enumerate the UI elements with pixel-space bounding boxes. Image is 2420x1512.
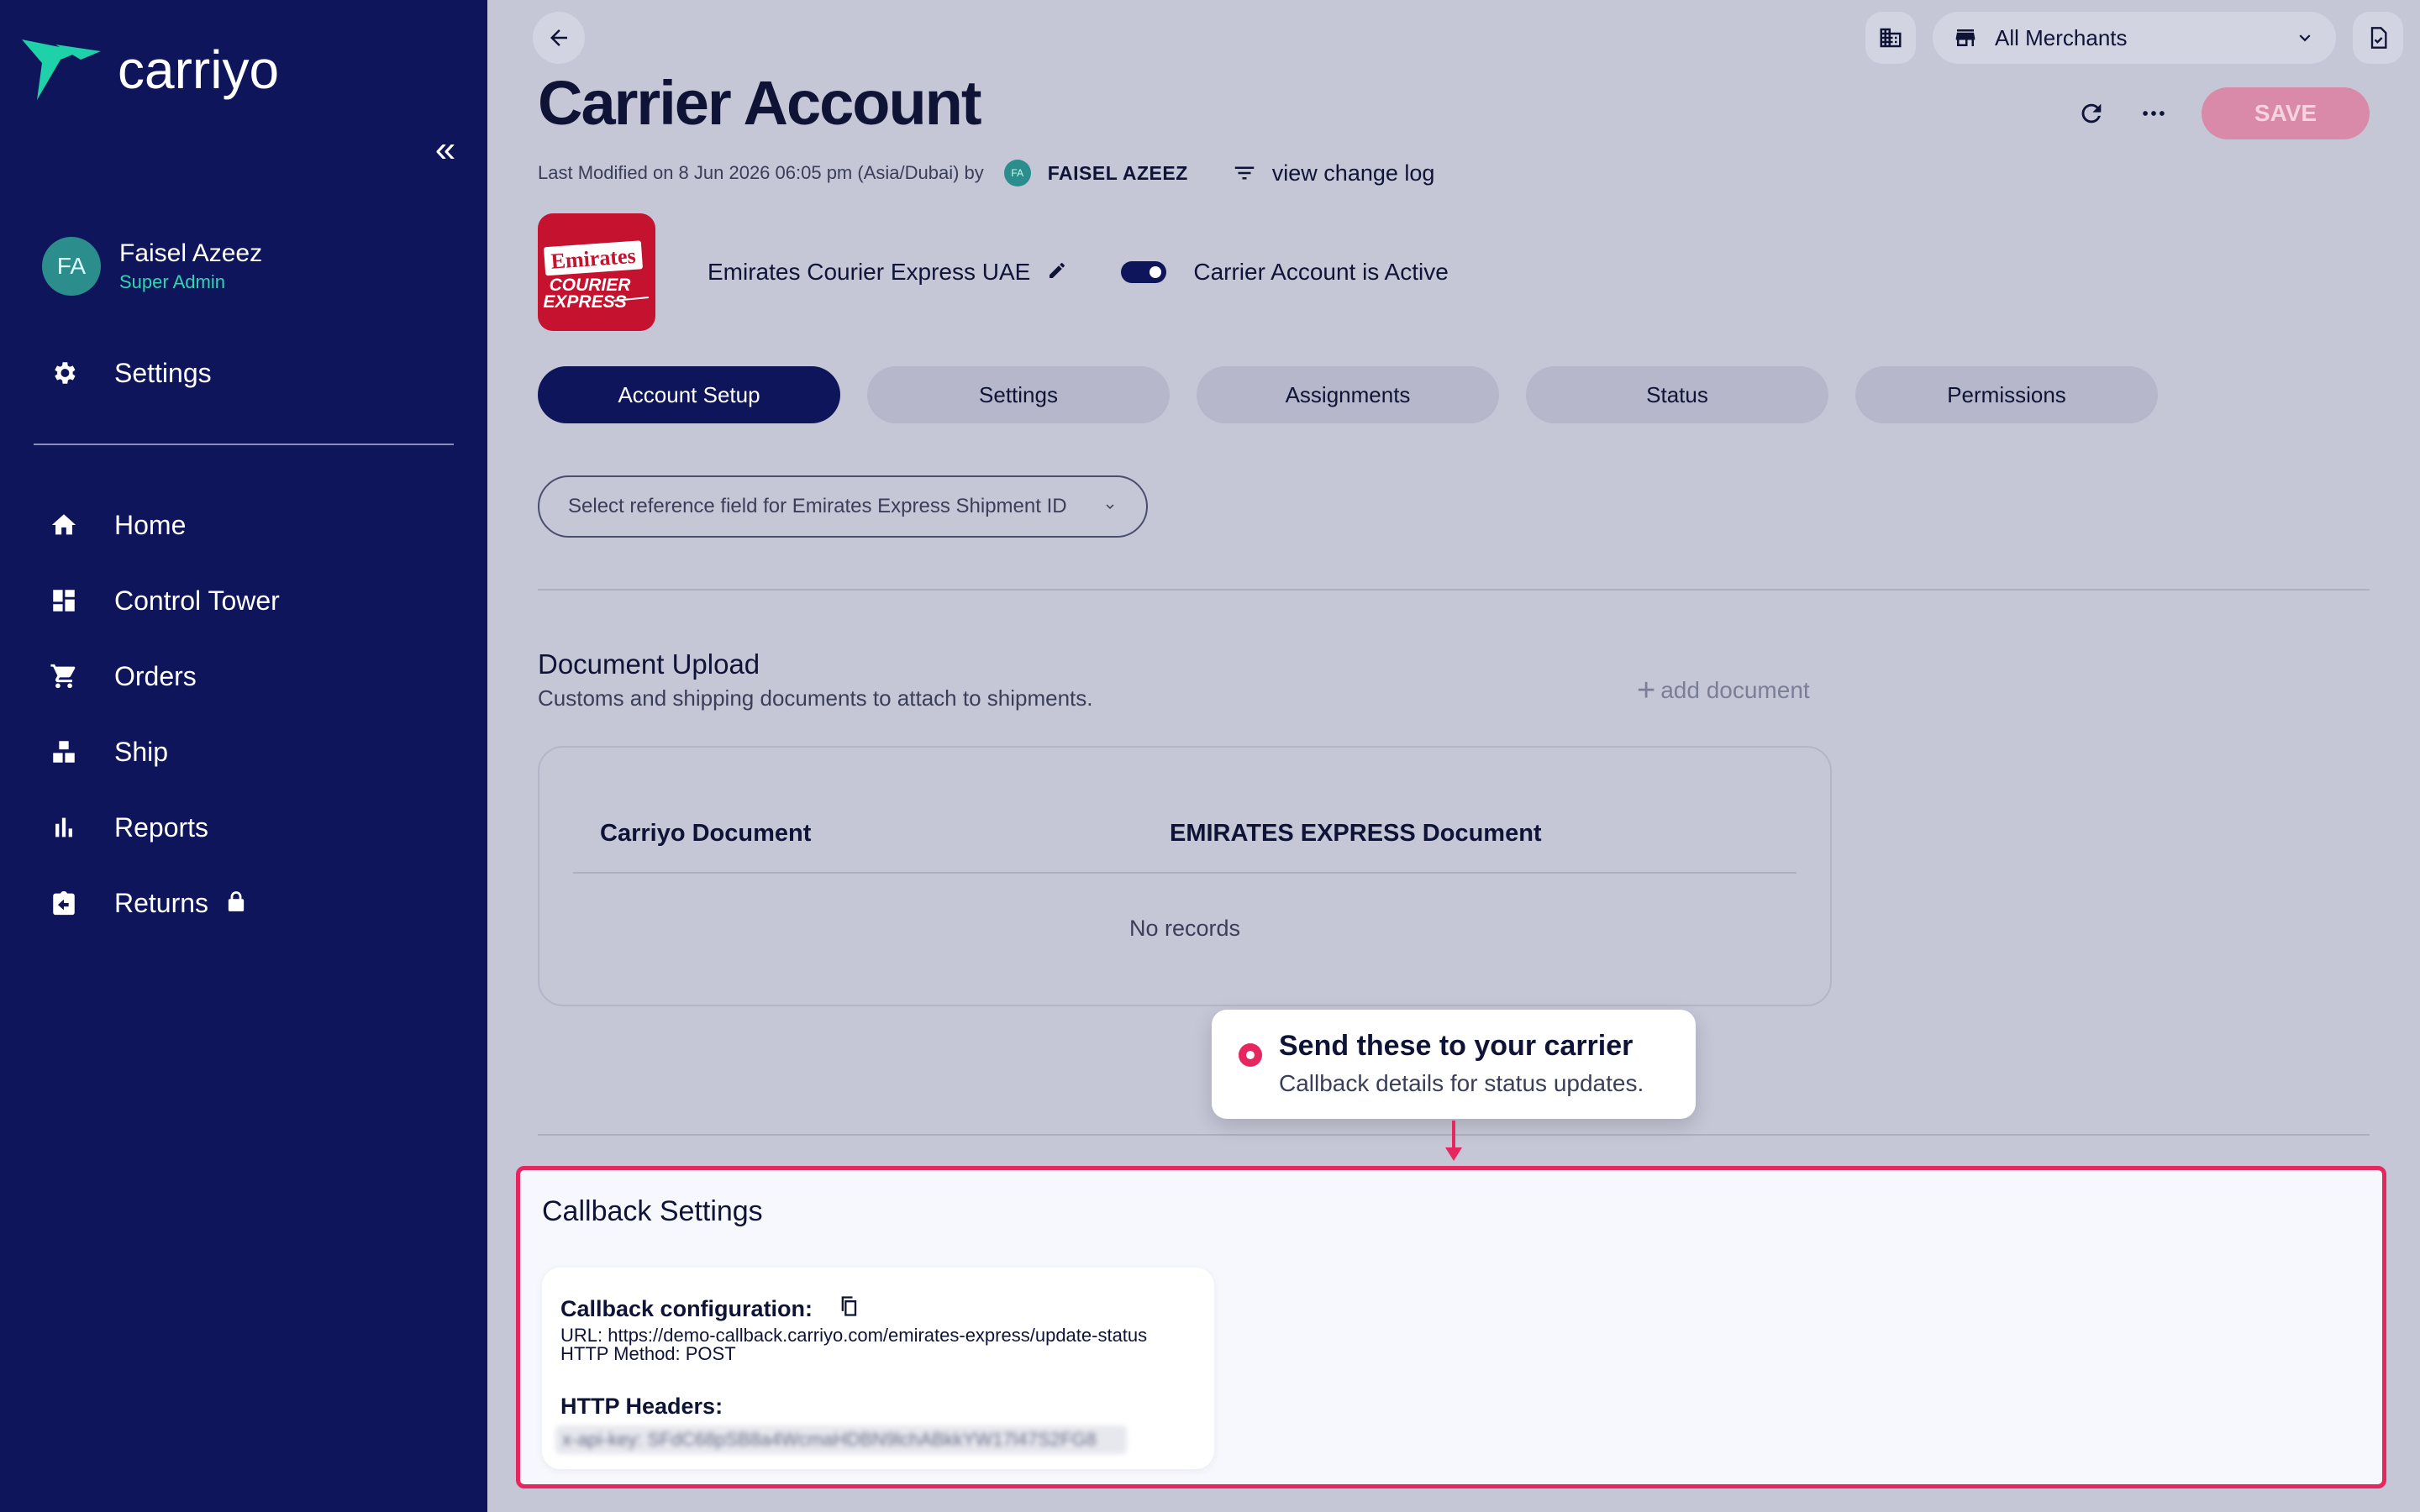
reference-field-placeholder: Select reference field for Emirates Expr…: [568, 495, 1067, 517]
sidebar-item-label: Ship: [114, 736, 169, 767]
dashboard-icon: [47, 584, 81, 617]
merchant-select[interactable]: All Merchants: [1933, 12, 2336, 64]
add-document-label: add document: [1660, 677, 1810, 703]
column-header: EMIRATES EXPRESS Document: [1170, 820, 1542, 847]
back-button[interactable]: [533, 12, 585, 64]
avatar: FA: [1003, 160, 1031, 186]
carrier-logo: Emirates COURIER EXPRESS: [538, 213, 655, 331]
arrow-left-icon: [550, 29, 567, 46]
main-content: All Merchants Carrier Account SAVE Last …: [487, 0, 2420, 1512]
callout-subtitle: Callback details for status updates.: [1279, 1070, 1644, 1096]
callout-arrow: [1452, 1121, 1455, 1151]
sidebar-item-label: Control Tower: [114, 585, 280, 616]
svg-text:EXPRESS: EXPRESS: [543, 292, 626, 312]
tab-permissions[interactable]: Permissions: [1855, 366, 2158, 423]
sidebar-item-label: Returns: [114, 887, 209, 918]
user-name: Faisel Azeez: [119, 239, 263, 267]
section-divider: [538, 589, 2370, 591]
arrow-down-icon: [1445, 1147, 1462, 1161]
gear-icon: [47, 356, 81, 390]
carrier-active-label: Carrier Account is Active: [1193, 259, 1449, 285]
tab-settings[interactable]: Settings: [867, 366, 1170, 423]
carriyo-bird-icon: [22, 39, 101, 100]
user-profile[interactable]: FA Faisel Azeez Super Admin: [42, 237, 262, 296]
view-change-log-label: view change log: [1271, 160, 1435, 186]
http-headers-value: x-api-key: SFdC68pSB8a4WcmaHDBN9lchABkkY…: [555, 1425, 1127, 1454]
document-upload-title: Document Upload: [538, 648, 760, 680]
carriyo-logo[interactable]: carriyo: [22, 39, 279, 101]
document-check-icon: [2370, 27, 2387, 49]
sidebar-item-label: Orders: [114, 660, 197, 691]
carrier-active-toggle[interactable]: [1121, 261, 1167, 283]
callout-title: Send these to your carrier: [1279, 1030, 1634, 1062]
last-modified: Last Modified on 8 Jun 2026 06:05 pm (As…: [538, 160, 1434, 186]
collapse-sidebar-icon[interactable]: «: [429, 131, 462, 168]
tab-assignments[interactable]: Assignments: [1197, 366, 1499, 423]
more-options-icon[interactable]: [2139, 99, 2168, 128]
sidebar-item-label: Reports: [114, 811, 209, 843]
document-upload-subtitle: Customs and shipping documents to attach…: [538, 685, 1093, 711]
empty-state-text: No records: [1128, 916, 1241, 941]
sidebar-divider: [34, 444, 454, 445]
header-actions: SAVE: [2044, 87, 2370, 139]
callback-method: HTTP Method: POST: [560, 1343, 736, 1364]
lock-icon: [227, 890, 245, 916]
tab-account-setup[interactable]: Account Setup: [538, 366, 840, 423]
sidebar-item-returns[interactable]: Returns: [47, 865, 280, 941]
sidebar-item-label: Home: [114, 509, 187, 540]
plus-icon: +: [1637, 673, 1656, 708]
save-button[interactable]: SAVE: [2202, 87, 2370, 139]
merchant-select-value: All Merchants: [1995, 24, 2128, 50]
callback-settings-title: Callback Settings: [542, 1195, 763, 1227]
chevron-down-icon: [2299, 34, 2311, 42]
organization-button[interactable]: [1865, 12, 1916, 64]
home-icon: [47, 508, 81, 542]
building-icon: [1880, 28, 1902, 48]
store-icon: [1955, 29, 1975, 46]
sidebar-item-reports[interactable]: Reports: [47, 790, 280, 865]
last-modified-user: FAISEL AZEEZ: [1047, 161, 1188, 184]
copy-icon[interactable]: [838, 1293, 861, 1326]
page-title: Carrier Account: [538, 68, 982, 138]
sidebar: carriyo « FA Faisel Azeez Super Admin Se…: [0, 0, 487, 1512]
document-check-button[interactable]: [2353, 12, 2403, 64]
callback-config-heading: Callback configuration:: [560, 1293, 861, 1326]
boxes-icon: [47, 735, 81, 769]
last-modified-text: Last Modified on 8 Jun 2026 06:05 pm (As…: [538, 162, 984, 183]
bar-chart-icon: [47, 811, 81, 844]
carrier-name: Emirates Courier Express UAE: [708, 259, 1031, 285]
top-toolbar: All Merchants: [1865, 12, 2403, 64]
sidebar-item-home[interactable]: Home: [47, 487, 280, 563]
edit-pencil-icon[interactable]: [1047, 260, 1067, 285]
refresh-icon[interactable]: [2077, 99, 2106, 128]
document-table: Carriyo Document EMIRATES EXPRESS Docume…: [538, 746, 1832, 1006]
http-headers-label: HTTP Headers:: [560, 1394, 723, 1419]
return-box-icon: [47, 886, 81, 920]
tab-bar: Account Setup Settings Assignments Statu…: [538, 366, 2185, 423]
column-header: Carriyo Document: [600, 820, 812, 847]
sidebar-item-ship[interactable]: Ship: [47, 714, 280, 790]
avatar: FA: [42, 237, 101, 296]
reference-field-select[interactable]: Select reference field for Emirates Expr…: [538, 475, 1148, 538]
table-header-divider: [573, 872, 1797, 874]
brand-name: carriyo: [118, 39, 280, 100]
view-change-log-link[interactable]: view change log: [1230, 160, 1435, 186]
add-document-button[interactable]: + add document: [1637, 673, 1810, 708]
callback-settings-highlight: Callback Settings Callback configuration…: [516, 1166, 2386, 1488]
cart-icon: [47, 659, 81, 693]
carrier-row: Emirates COURIER EXPRESS Emirates Courie…: [538, 213, 1449, 331]
chevron-down-icon: [1106, 504, 1114, 509]
callback-config-card: Callback configuration: URL: https://dem…: [542, 1268, 1214, 1469]
sidebar-item-control-tower[interactable]: Control Tower: [47, 563, 280, 638]
tab-status[interactable]: Status: [1526, 366, 1828, 423]
main-nav: Home Control Tower Orders Ship Reports R…: [47, 487, 280, 941]
callback-config-label: Callback configuration:: [560, 1296, 813, 1321]
sidebar-item-settings[interactable]: Settings: [47, 356, 212, 390]
sidebar-item-orders[interactable]: Orders: [47, 638, 280, 714]
sort-lines-icon: [1234, 166, 1255, 180]
callout-tooltip: Send these to your carrier Callback deta…: [1212, 1010, 1696, 1119]
sidebar-item-label: Settings: [114, 357, 212, 388]
user-role: Super Admin: [119, 271, 225, 292]
callout-dot-icon: [1239, 1043, 1262, 1067]
